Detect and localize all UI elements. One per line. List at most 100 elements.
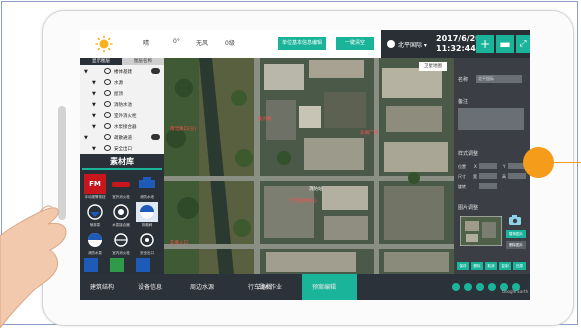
collapse-icon[interactable]: ▼ bbox=[92, 102, 96, 108]
header-info-panel: 北平国际 ▾ 2017/6/20 11:32:44 + ▬ ⤢ bbox=[381, 30, 530, 58]
copy-button[interactable]: 复制 bbox=[499, 262, 511, 270]
tool-circle-icon[interactable] bbox=[464, 283, 472, 291]
eye-icon[interactable] bbox=[104, 145, 111, 151]
save-button[interactable]: 保存 bbox=[457, 262, 469, 270]
layer-row[interactable]: ▼ 安全出口 bbox=[82, 143, 162, 154]
layer-row[interactable]: ▼ 水泵接合器 bbox=[82, 121, 162, 132]
clear-all-button[interactable]: 一键清空 bbox=[336, 37, 374, 50]
map-type-button[interactable]: 卫星地图 bbox=[419, 62, 447, 71]
fullscreen-icon[interactable]: ⤢ bbox=[516, 35, 530, 53]
size-height-input[interactable] bbox=[508, 173, 526, 179]
rotate-input[interactable] bbox=[479, 183, 497, 189]
water-pump-material-icon[interactable] bbox=[84, 230, 106, 250]
position-x-input[interactable] bbox=[479, 163, 497, 169]
material-label: 排烟阀 bbox=[141, 223, 153, 227]
tool-circle-icon[interactable] bbox=[488, 283, 496, 291]
unit-info-edit-button[interactable]: 单位基本信息编辑 bbox=[278, 37, 326, 50]
tool-circle-icon[interactable] bbox=[452, 283, 460, 291]
camera-icon[interactable] bbox=[508, 214, 522, 226]
collapse-icon[interactable]: ▼ bbox=[92, 146, 96, 152]
green-material-icon[interactable] bbox=[110, 258, 124, 272]
size-width-input[interactable] bbox=[479, 173, 497, 179]
eye-icon[interactable] bbox=[104, 123, 111, 129]
collapse-icon[interactable]: ▼ bbox=[84, 69, 88, 75]
connector-material-icon[interactable] bbox=[110, 202, 132, 222]
satellite-map[interactable]: 卫星地图 南北路口(已) 复兴路 东侧广场 北平国际中心 消防站 车库入口 bbox=[164, 58, 454, 274]
weather-wind-level: 0级 bbox=[225, 40, 235, 47]
exit-material-icon[interactable] bbox=[136, 230, 158, 250]
hydrant-material-icon[interactable] bbox=[110, 230, 132, 250]
layer-label: 室外消火栓 bbox=[114, 114, 137, 119]
name-label: 名称 bbox=[458, 77, 469, 83]
layer-toggle[interactable] bbox=[151, 68, 160, 74]
map-label: 南北路口(已) bbox=[170, 127, 197, 132]
eye-icon[interactable] bbox=[104, 112, 111, 118]
tab-plan-edit[interactable]: 预案编辑 bbox=[312, 282, 336, 291]
material-label: 喷淋泵 bbox=[89, 223, 101, 227]
layer-label: 屋顶 bbox=[114, 92, 123, 97]
replace-image-button[interactable]: 替换图片 bbox=[506, 230, 526, 238]
rotate-label: 旋转 bbox=[458, 184, 466, 189]
eye-icon[interactable] bbox=[104, 134, 111, 140]
remark-textarea[interactable] bbox=[458, 108, 524, 130]
tab-layer-name[interactable]: 图层名称 bbox=[122, 58, 164, 65]
cancel-button[interactable]: 取消 bbox=[485, 262, 497, 270]
map-imagery bbox=[164, 58, 454, 274]
image-thumbnail bbox=[460, 216, 502, 246]
collapse-icon[interactable]: ▼ bbox=[92, 124, 96, 130]
style-adjust-label: 样式调整 bbox=[458, 151, 479, 157]
tab-surrounding-water[interactable]: 周边水源 bbox=[190, 282, 214, 291]
layer-row[interactable]: ▼ 消防水池 bbox=[82, 99, 162, 110]
map-label: 消防站 bbox=[309, 187, 323, 192]
tab-tactical-ops-label[interactable]: 战术作业 bbox=[258, 282, 282, 291]
layer-row[interactable]: ▼ 室外消火栓 bbox=[82, 110, 162, 121]
layer-label: 水源 bbox=[114, 81, 123, 86]
layer-row[interactable]: ▼ 疏散通道 bbox=[82, 132, 162, 143]
tab-equipment-info[interactable]: 设备信息 bbox=[138, 282, 162, 291]
add-icon[interactable]: + bbox=[476, 35, 494, 53]
restore-button[interactable]: 还原 bbox=[513, 262, 526, 270]
eye-icon[interactable] bbox=[104, 79, 111, 85]
x-label: X bbox=[474, 164, 477, 169]
layer-label: 消防水池 bbox=[114, 103, 132, 108]
delete-image-button[interactable]: 删除图片 bbox=[506, 241, 526, 249]
sun-icon bbox=[95, 35, 113, 53]
weather-condition: 晴 bbox=[143, 40, 150, 47]
callout-line bbox=[554, 162, 581, 163]
material-label: 室内消火栓 bbox=[112, 251, 130, 255]
image-adjust-label: 图片调整 bbox=[458, 205, 479, 211]
tool-circle-icon[interactable] bbox=[476, 283, 484, 291]
valve-material-icon[interactable] bbox=[136, 202, 158, 222]
collapse-icon[interactable]: ▼ bbox=[84, 135, 88, 141]
callout-dot bbox=[523, 147, 554, 178]
eye-icon[interactable] bbox=[104, 90, 111, 96]
blue-material-icon[interactable] bbox=[84, 258, 98, 272]
map-label: 车库入口 bbox=[170, 241, 188, 246]
collapse-icon[interactable]: ▼ bbox=[92, 113, 96, 119]
location-selector[interactable]: 北平国际 ▾ bbox=[398, 40, 427, 49]
layer-toggle[interactable] bbox=[151, 134, 160, 140]
tab-building-structure[interactable]: 建筑结构 bbox=[90, 282, 114, 291]
position-label: 位置 bbox=[458, 164, 466, 169]
name-input[interactable]: 北平国际 bbox=[476, 75, 522, 83]
hose-material-icon[interactable] bbox=[110, 174, 132, 194]
sign-material-icon[interactable] bbox=[136, 258, 150, 272]
layer-row[interactable]: ▼ 水源 bbox=[82, 77, 162, 88]
layer-row[interactable]: ▼ 楼体基建 bbox=[82, 66, 162, 77]
sprinkler-material-icon[interactable] bbox=[84, 202, 106, 222]
collapse-icon[interactable]: ▼ bbox=[92, 91, 96, 97]
folder-icon[interactable]: ▬ bbox=[496, 35, 514, 53]
eye-icon[interactable] bbox=[104, 68, 111, 74]
collapse-icon[interactable]: ▼ bbox=[92, 80, 96, 86]
delete-button[interactable]: 删除 bbox=[471, 262, 483, 270]
fm-material-icon[interactable]: FM bbox=[84, 174, 106, 194]
eye-icon[interactable] bbox=[104, 101, 111, 107]
weather-temperature: 0° bbox=[173, 38, 180, 45]
layer-label: 疏散通道 bbox=[114, 136, 132, 141]
properties-panel: 名称 北平国际 备注 样式调整 位置 X Y 尺寸 宽 高 旋转 图片调整 替换… bbox=[454, 58, 530, 274]
y-label: Y bbox=[503, 164, 506, 169]
layer-row[interactable]: ▼ 屋顶 bbox=[82, 88, 162, 99]
material-label: 水泵接合器 bbox=[112, 223, 130, 227]
pump-material-icon[interactable] bbox=[136, 174, 158, 194]
tab-display-layer[interactable]: 显示图层 bbox=[80, 58, 122, 65]
